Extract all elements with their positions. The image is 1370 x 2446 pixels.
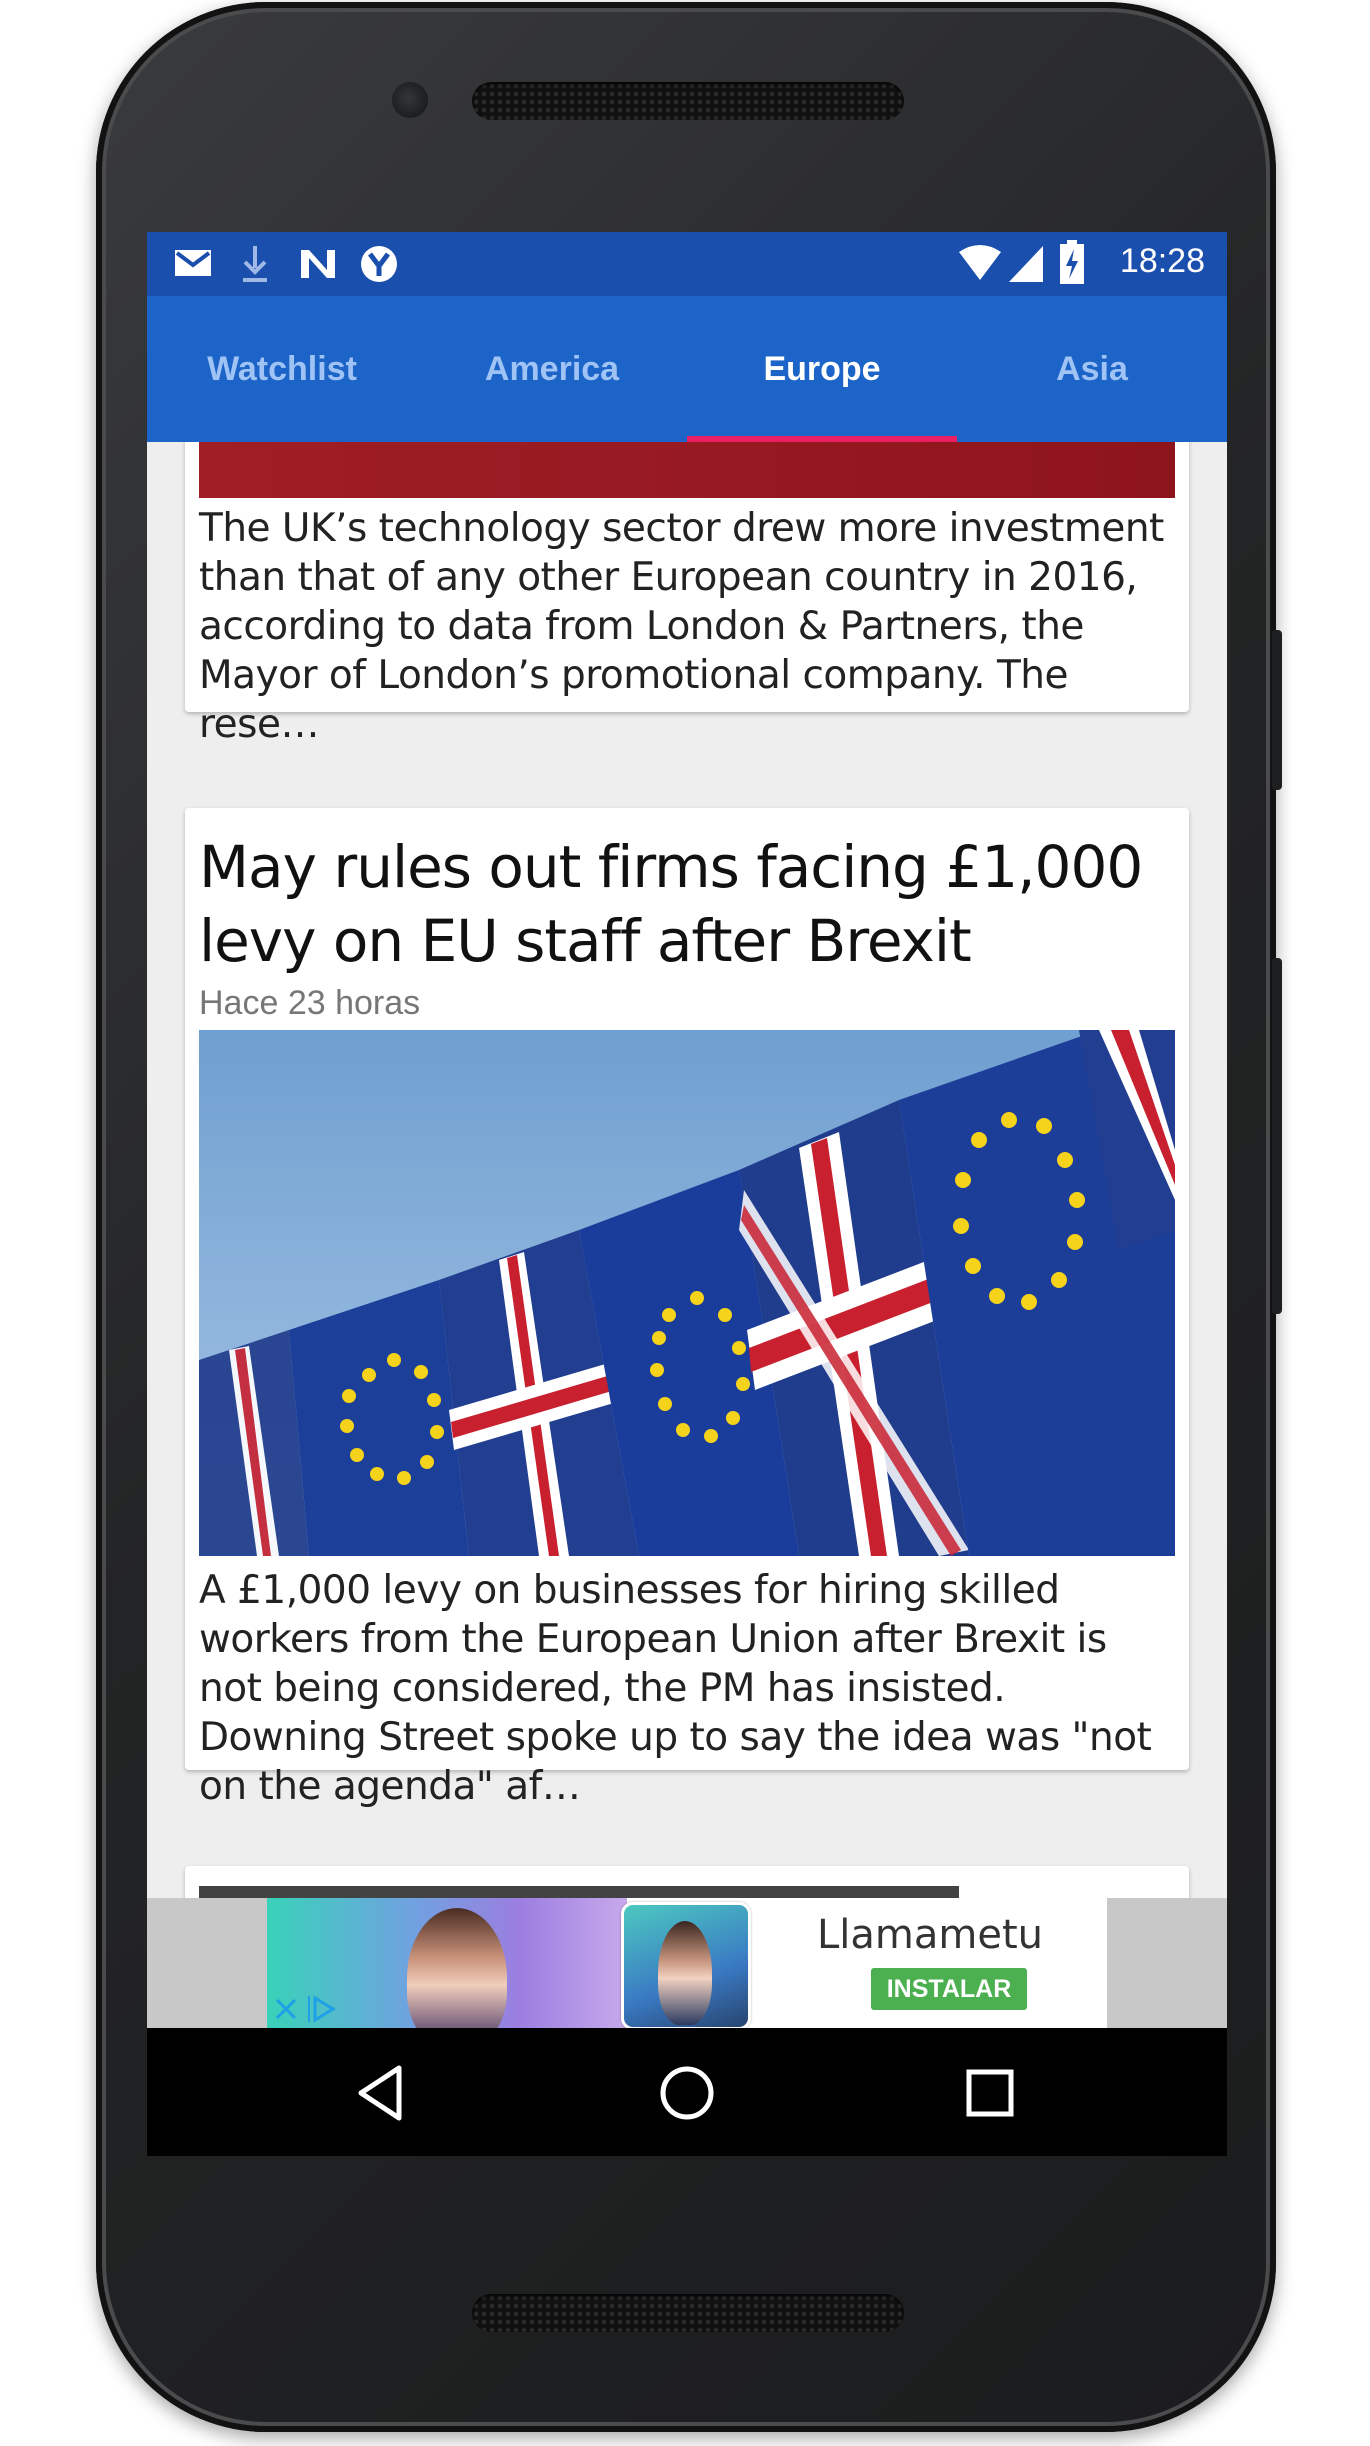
article-summary: A £1,000 levy on businesses for hiring s… <box>199 1568 1152 1809</box>
volume-button <box>1272 958 1282 1314</box>
power-button <box>1272 630 1282 790</box>
install-button[interactable]: INSTALAR <box>871 1968 1027 2010</box>
y-app-icon <box>361 246 397 282</box>
article-headline[interactable]: May rules out firms facing £1,000 levy o… <box>199 830 1179 978</box>
ad-app-icon <box>621 1902 751 2028</box>
screen: 18:28 Watchlist America Europe Asia The … <box>147 232 1227 2156</box>
news-feed[interactable]: The UK’s technology sector drew more inv… <box>147 442 1227 1898</box>
gmail-icon <box>175 250 211 276</box>
tab-asia[interactable]: Asia <box>957 296 1227 442</box>
wifi-icon <box>959 245 1001 280</box>
navigation-bar <box>147 2028 1227 2156</box>
signal-icon <box>1009 246 1043 282</box>
ad-person <box>407 1908 507 2028</box>
ad-app-name: Llamametu <box>817 1912 1043 1958</box>
article-summary: The UK’s technology sector drew more inv… <box>199 506 1164 747</box>
article-image <box>199 442 1175 498</box>
news-card[interactable]: May rules out firms facing £1,000 levy o… <box>185 808 1189 1809</box>
battery-charging-icon <box>1060 240 1084 284</box>
news-card[interactable] <box>185 1866 1189 1898</box>
article-image[interactable] <box>199 1030 1175 1556</box>
recents-icon[interactable] <box>955 2058 1025 2128</box>
tab-bar: Watchlist America Europe Asia <box>147 296 1227 442</box>
flags-photo <box>199 1030 1175 1556</box>
home-icon[interactable] <box>652 2058 722 2128</box>
status-bar: 18:28 <box>147 232 1227 296</box>
download-icon <box>243 246 267 282</box>
back-icon[interactable] <box>347 2058 417 2128</box>
tab-europe[interactable]: Europe <box>687 296 957 442</box>
article-time: Hace 23 horas <box>199 984 421 1022</box>
adchoices-icon[interactable] <box>305 1992 339 2026</box>
top-speaker <box>472 82 904 120</box>
ad-close-icon[interactable] <box>271 1994 301 2024</box>
bottom-speaker <box>472 2294 904 2332</box>
front-camera <box>392 82 428 118</box>
tab-watchlist[interactable]: Watchlist <box>147 296 417 442</box>
ad-thumb-person <box>658 1921 712 2025</box>
n-app-icon <box>301 250 335 278</box>
ad-banner[interactable]: Llamametu INSTALAR <box>147 1898 1227 2028</box>
status-time: 18:28 <box>1119 242 1205 280</box>
article-headline-partial <box>199 1886 959 1898</box>
news-card[interactable]: The UK’s technology sector drew more inv… <box>185 442 1189 747</box>
tab-america[interactable]: America <box>417 296 687 442</box>
ad-content[interactable]: Llamametu INSTALAR <box>267 1898 1107 2028</box>
